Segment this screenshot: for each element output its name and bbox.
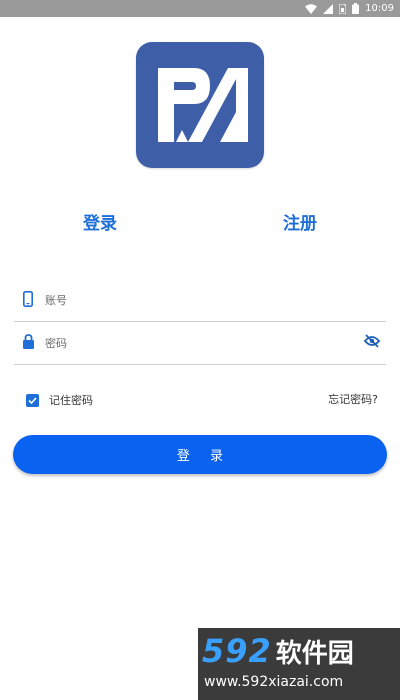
forgot-password-link[interactable]: 忘记密码? <box>328 391 378 409</box>
status-bar: 10:09 <box>0 0 400 17</box>
eye-off-icon[interactable] <box>364 334 380 348</box>
login-screen: 10:09 登录 注册 账号 记住密码 忘记密码? 登 录 592 软件园 ww… <box>0 0 400 700</box>
password-field <box>14 321 386 365</box>
remember-label: 记住密码 <box>49 394 93 407</box>
status-time: 10:09 <box>365 3 394 14</box>
watermark: 592 软件园 www.592xiazai.com <box>198 628 400 700</box>
sim-icon <box>339 3 347 14</box>
app-logo-mark <box>158 68 248 142</box>
battery-icon <box>352 3 360 14</box>
tab-login[interactable]: 登录 <box>40 210 160 238</box>
wifi-icon <box>305 3 318 14</box>
phone-icon <box>23 291 33 307</box>
account-field <box>14 278 386 322</box>
signal-icon <box>323 3 334 14</box>
remember-checkbox[interactable] <box>26 393 39 407</box>
account-input[interactable] <box>45 287 345 313</box>
remember-password-toggle[interactable]: 记住密码 <box>26 391 93 409</box>
check-icon <box>28 396 37 404</box>
app-logo <box>136 42 264 168</box>
lock-icon <box>23 334 34 349</box>
watermark-logo: 592 软件园 <box>202 632 354 670</box>
password-input[interactable] <box>45 330 345 356</box>
status-icons: 10:09 <box>305 2 394 15</box>
watermark-text: 软件园 <box>275 639 354 669</box>
watermark-url: www.592xiazai.com <box>204 674 344 690</box>
watermark-digits: 592 <box>202 632 272 670</box>
login-button[interactable]: 登 录 <box>13 435 387 474</box>
tab-register[interactable]: 注册 <box>240 210 360 238</box>
